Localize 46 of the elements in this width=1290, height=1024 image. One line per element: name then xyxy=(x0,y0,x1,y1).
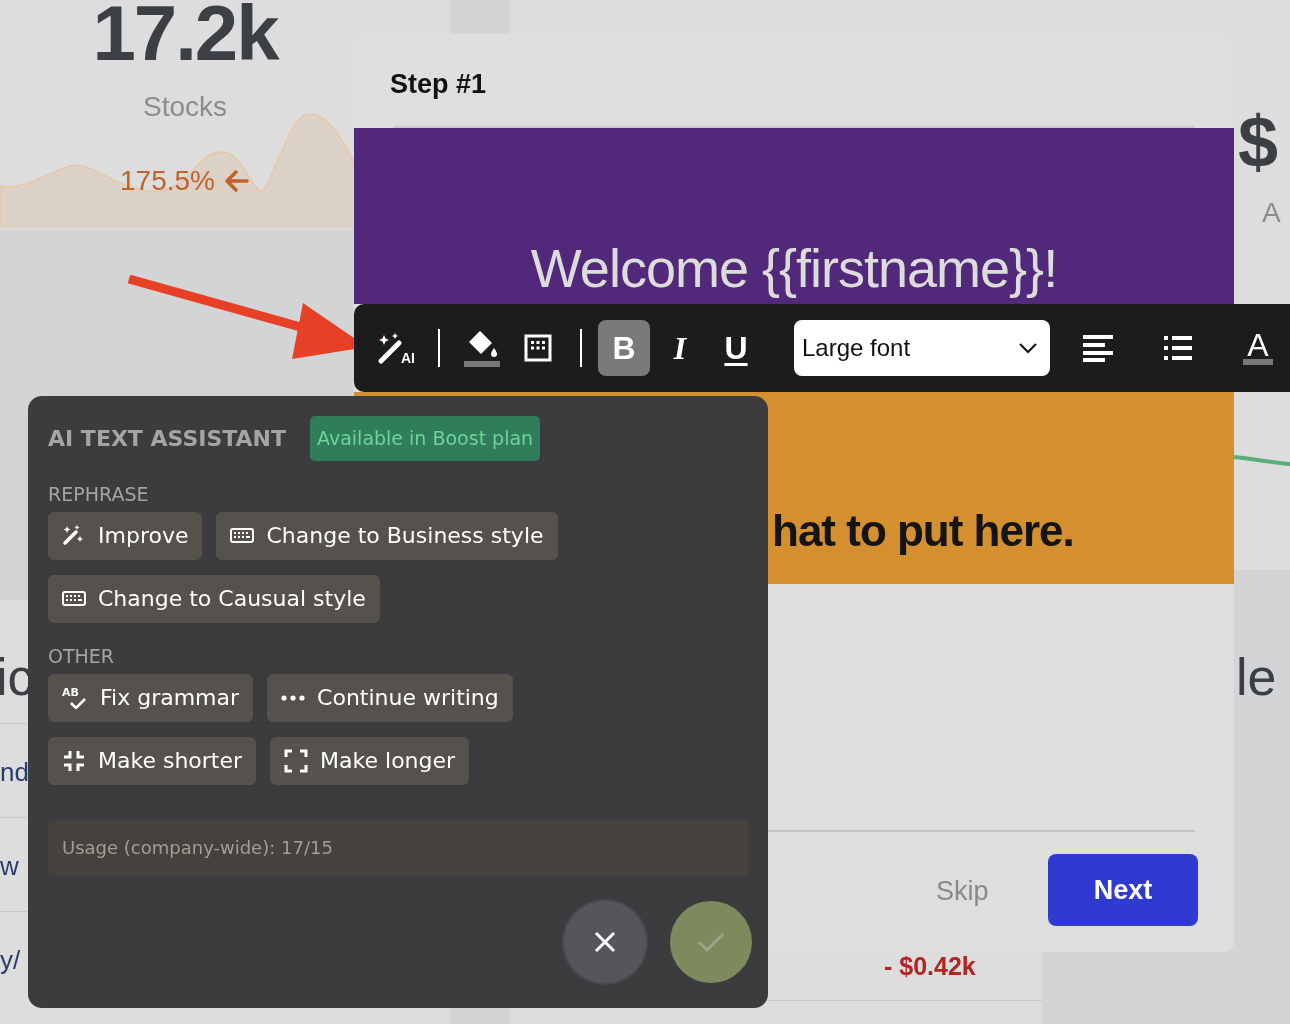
text-color-button[interactable]: A xyxy=(1232,320,1284,376)
action-button[interactable]: Make shorter xyxy=(48,736,257,785)
paint-bucket-icon xyxy=(464,328,500,368)
list-icon xyxy=(1164,335,1192,361)
check-icon xyxy=(697,930,725,953)
action-button[interactable]: AB Fix grammar xyxy=(48,673,254,722)
next-button[interactable]: Next xyxy=(1048,854,1198,926)
amount-value: - $0.42k xyxy=(884,954,976,979)
ai-button[interactable]: AI xyxy=(370,320,422,376)
stat-label: Stocks xyxy=(142,90,228,124)
font-size-select[interactable]: Large font xyxy=(794,320,1050,376)
close-icon xyxy=(593,929,617,954)
modal-title: Step #1 xyxy=(390,68,487,101)
section-label: OTHER xyxy=(48,646,116,666)
card-label: A xyxy=(1262,196,1281,230)
italic-button[interactable]: I xyxy=(654,320,706,376)
grid-icon xyxy=(524,334,552,362)
plan-badge: Available in Boost plan xyxy=(310,416,541,461)
dots-icon xyxy=(281,694,306,701)
shrink-icon xyxy=(62,748,86,773)
bold-button[interactable]: B xyxy=(598,320,650,376)
style-button[interactable]: Change to Causual style xyxy=(48,574,380,623)
panel-title: AI TEXT ASSISTANT xyxy=(48,424,287,453)
section-label: REPHRASE xyxy=(48,484,150,504)
change-value: 175.5% xyxy=(120,164,215,198)
arrow-left-icon xyxy=(222,169,249,193)
currency-symbol: $ xyxy=(1238,101,1279,184)
line-chart xyxy=(1234,455,1290,469)
align-left-icon xyxy=(1083,334,1113,362)
action-button[interactable]: Continue writing xyxy=(267,673,513,722)
action-button[interactable]: Improve xyxy=(48,511,203,560)
stat-value: 17.2k xyxy=(91,0,280,72)
table-cell-text: y/ xyxy=(0,944,21,977)
close-button[interactable] xyxy=(564,900,646,983)
chevron-down-icon xyxy=(1018,342,1038,354)
check-icon xyxy=(70,697,86,709)
usage-text: Usage (company-wide): 17/15 xyxy=(48,819,748,876)
table-cell-text: w xyxy=(0,850,19,883)
style-button[interactable]: Change to Business style xyxy=(216,511,558,560)
expand-icon xyxy=(284,748,309,773)
table-heading: le xyxy=(1236,647,1277,708)
underline-button[interactable]: U xyxy=(710,320,762,376)
banner-heading: Welcome {{firstname}}! xyxy=(529,237,1059,300)
banner-text: hat to put here. xyxy=(772,505,1074,557)
table-cell-text: nd xyxy=(0,756,29,789)
action-button[interactable]: Make longer xyxy=(270,736,470,785)
